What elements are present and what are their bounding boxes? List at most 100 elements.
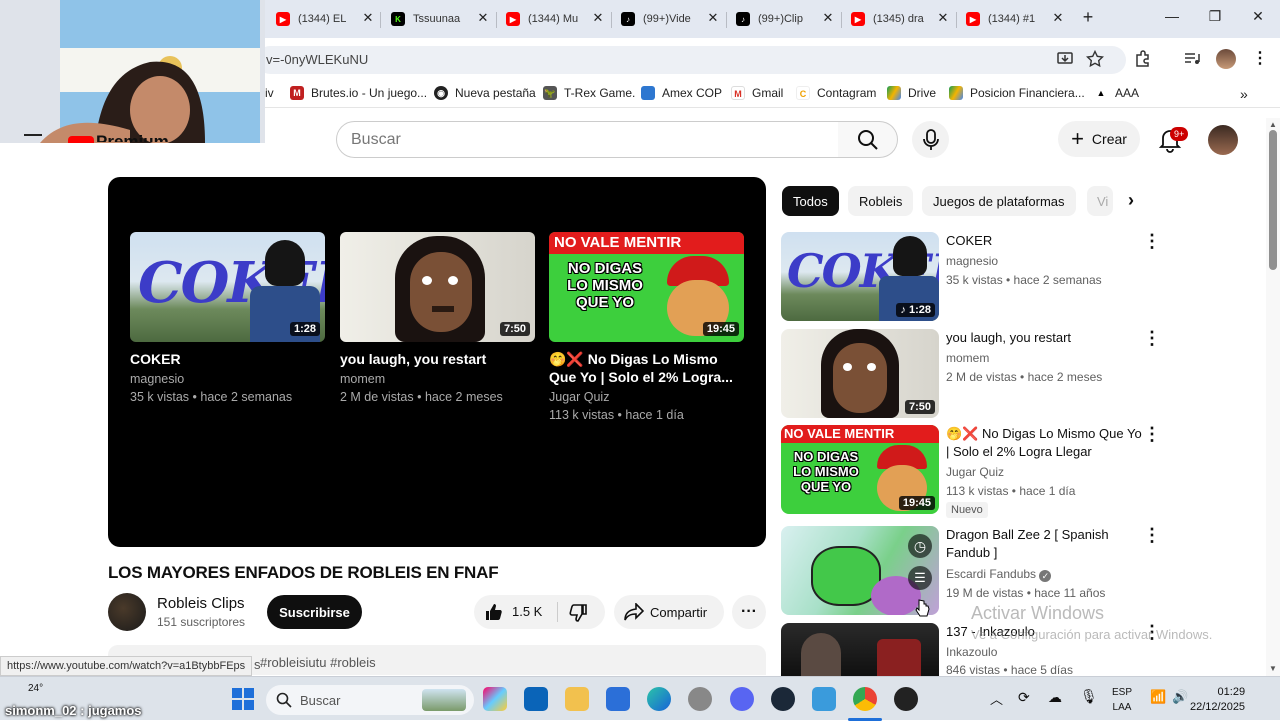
browser-tab[interactable]: ♪ (99+)Clip ✕	[736, 8, 834, 30]
bookmark-item[interactable]: C Contagram	[796, 86, 876, 100]
steam-icon[interactable]	[771, 687, 795, 711]
channel-name[interactable]: momem	[946, 351, 989, 365]
bookmark-item[interactable]: ◉ Nueva pestaña	[434, 86, 536, 100]
channel-name[interactable]: Robleis Clips	[157, 595, 245, 612]
game-app-icon[interactable]	[894, 687, 918, 711]
chip-todos[interactable]: Todos	[782, 186, 839, 216]
bookmark-item[interactable]: iv	[265, 86, 274, 100]
more-actions-button[interactable]: ···	[732, 595, 766, 629]
bookmark-star-icon[interactable]	[1086, 50, 1104, 68]
chevron-right-icon[interactable]: ›	[1128, 190, 1134, 211]
end-screen-thumbnail[interactable]: NO VALE MENTIR NO DIGAS LO MISMO QUE YO …	[549, 232, 744, 342]
bookmark-item[interactable]: ▲ AAA	[1094, 86, 1139, 100]
add-to-queue-icon[interactable]: ☰	[908, 566, 932, 590]
chrome-icon[interactable]	[853, 687, 877, 711]
copilot-icon[interactable]	[483, 687, 507, 711]
show-hidden-icons-chevron-icon[interactable]: ︿	[990, 689, 1003, 708]
volume-icon[interactable]: 🔊	[1172, 689, 1188, 705]
end-screen-thumbnail[interactable]: 7:50	[340, 232, 535, 342]
video-player[interactable]: COKER 1:28 COKER magnesio 35 k vistas • …	[108, 177, 766, 547]
chip-truncated[interactable]: Vi	[1087, 186, 1113, 216]
wifi-icon[interactable]: 📶	[1150, 689, 1166, 705]
end-screen-title[interactable]: 🤭❌ No Digas Lo Mismo Que Yo | Solo el 2%…	[549, 350, 744, 386]
browser-tab[interactable]: ▶ (1344) EL ✕	[276, 8, 374, 30]
media-control-icon[interactable]	[1183, 50, 1201, 68]
end-screen-title[interactable]: COKER	[130, 350, 325, 368]
channel-name[interactable]: Inkazoulo	[946, 645, 997, 659]
install-app-icon[interactable]	[1056, 50, 1074, 68]
end-screen-thumbnail[interactable]: COKER 1:28	[130, 232, 325, 342]
page-scrollbar[interactable]: ▲ ▼	[1266, 118, 1280, 676]
bookmarks-overflow-icon[interactable]: »	[1240, 86, 1248, 102]
browser-tab[interactable]: K Tssuunaa ✕	[391, 8, 489, 30]
minimize-button[interactable]: —	[1160, 8, 1184, 24]
bookmark-item[interactable]: M Gmail	[731, 86, 783, 100]
language-indicator[interactable]: ESP LAA	[1112, 685, 1132, 715]
dislike-icon[interactable]	[568, 603, 588, 623]
app-f-icon[interactable]	[812, 687, 836, 711]
windows-start-icon[interactable]	[232, 688, 254, 710]
scroll-down-icon[interactable]: ▼	[1269, 664, 1277, 673]
channel-avatar[interactable]	[108, 593, 146, 631]
recommended-video[interactable]: 7:50 you laugh, you restart momem 2 M de…	[781, 329, 1161, 419]
sync-icon[interactable]: ⟳	[1018, 689, 1030, 706]
maximize-button[interactable]: ❐	[1203, 8, 1227, 25]
account-avatar[interactable]	[1208, 125, 1238, 155]
close-icon[interactable]: ✕	[475, 10, 491, 26]
end-screen-title[interactable]: you laugh, you restart	[340, 350, 535, 368]
extensions-icon[interactable]	[1133, 50, 1151, 68]
close-icon[interactable]: ✕	[360, 10, 376, 26]
subscribe-button[interactable]: Suscribirse	[267, 595, 362, 629]
close-window-button[interactable]: ✕	[1246, 8, 1270, 25]
video-title[interactable]: COKER	[946, 232, 1146, 250]
browser-menu-icon[interactable]: ⋮	[1252, 48, 1268, 68]
profile-avatar[interactable]	[1216, 49, 1236, 69]
file-explorer-icon[interactable]	[565, 687, 589, 711]
create-button[interactable]: + Crear	[1058, 121, 1140, 157]
video-thumbnail[interactable]	[781, 623, 939, 676]
close-icon[interactable]: ✕	[820, 10, 836, 26]
scrollbar-thumb[interactable]	[1269, 130, 1277, 270]
channel-name[interactable]: magnesio	[946, 254, 998, 268]
cloud-icon[interactable]: ☁	[1048, 689, 1062, 706]
more-options-icon[interactable]: ⋮	[1143, 425, 1161, 443]
outlook-icon[interactable]	[524, 687, 548, 711]
bookmark-item[interactable]: M Brutes.io - Un juego...	[290, 86, 427, 100]
search-button[interactable]	[838, 121, 898, 158]
microsoft-store-icon[interactable]	[606, 687, 630, 711]
youtube-premium-logo[interactable]: Premium	[96, 132, 169, 142]
video-thumbnail[interactable]: COKER ♪ 1:28	[781, 232, 939, 321]
like-icon[interactable]	[484, 602, 504, 622]
close-icon[interactable]: ✕	[705, 10, 721, 26]
close-icon[interactable]: ✕	[590, 10, 606, 26]
settings-gear-icon[interactable]	[688, 687, 712, 711]
recommended-video[interactable]: COKER ♪ 1:28 COKER magnesio 35 k vistas …	[781, 232, 1161, 322]
edge-icon[interactable]	[647, 687, 671, 711]
search-input[interactable]: Buscar	[336, 121, 840, 158]
close-icon[interactable]: ✕	[935, 10, 951, 26]
more-options-icon[interactable]: ⋮	[1143, 526, 1161, 544]
share-button[interactable]: Compartir	[614, 595, 724, 629]
watch-later-icon[interactable]: ◷	[908, 534, 932, 558]
chip-robleis[interactable]: Robleis	[848, 186, 914, 216]
video-thumbnail[interactable]: 7:50	[781, 329, 939, 418]
more-options-icon[interactable]: ⋮	[1143, 329, 1161, 347]
url-field[interactable]: v=-0nyWLEKuNU	[256, 46, 1126, 74]
hamburger-menu-icon[interactable]	[24, 134, 42, 136]
end-screen-video[interactable]: NO VALE MENTIR NO DIGAS LO MISMO QUE YO …	[549, 232, 744, 424]
bookmark-item[interactable]: Amex COP	[641, 86, 722, 100]
browser-tab-active[interactable]: ▶ (1344) #1 ✕	[966, 8, 1064, 30]
clock[interactable]: 01:29 22/12/2025	[1190, 685, 1245, 715]
channel-name[interactable]: Escardi Fandubs ✓	[946, 567, 1052, 582]
bookmark-item[interactable]: Drive	[887, 86, 936, 100]
recommended-video[interactable]: NO VALE MENTIR NO DIGAS LO MISMO QUE YO …	[781, 425, 1161, 518]
taskbar-search[interactable]: Buscar	[266, 685, 474, 715]
bookmark-item[interactable]: 🦖 T-Rex Game.	[543, 86, 635, 100]
scroll-up-icon[interactable]: ▲	[1269, 120, 1277, 129]
browser-tab[interactable]: ▶ (1344) Mu ✕	[506, 8, 604, 30]
microphone-icon[interactable]: 🎙	[1080, 688, 1098, 705]
browser-tab[interactable]: ♪ (99+)Vide ✕	[621, 8, 719, 30]
browser-tab[interactable]: ▶ (1345) dra ✕	[851, 8, 949, 30]
more-options-icon[interactable]: ⋮	[1143, 232, 1161, 250]
bookmark-item[interactable]: Posicion Financiera...	[949, 86, 1085, 100]
